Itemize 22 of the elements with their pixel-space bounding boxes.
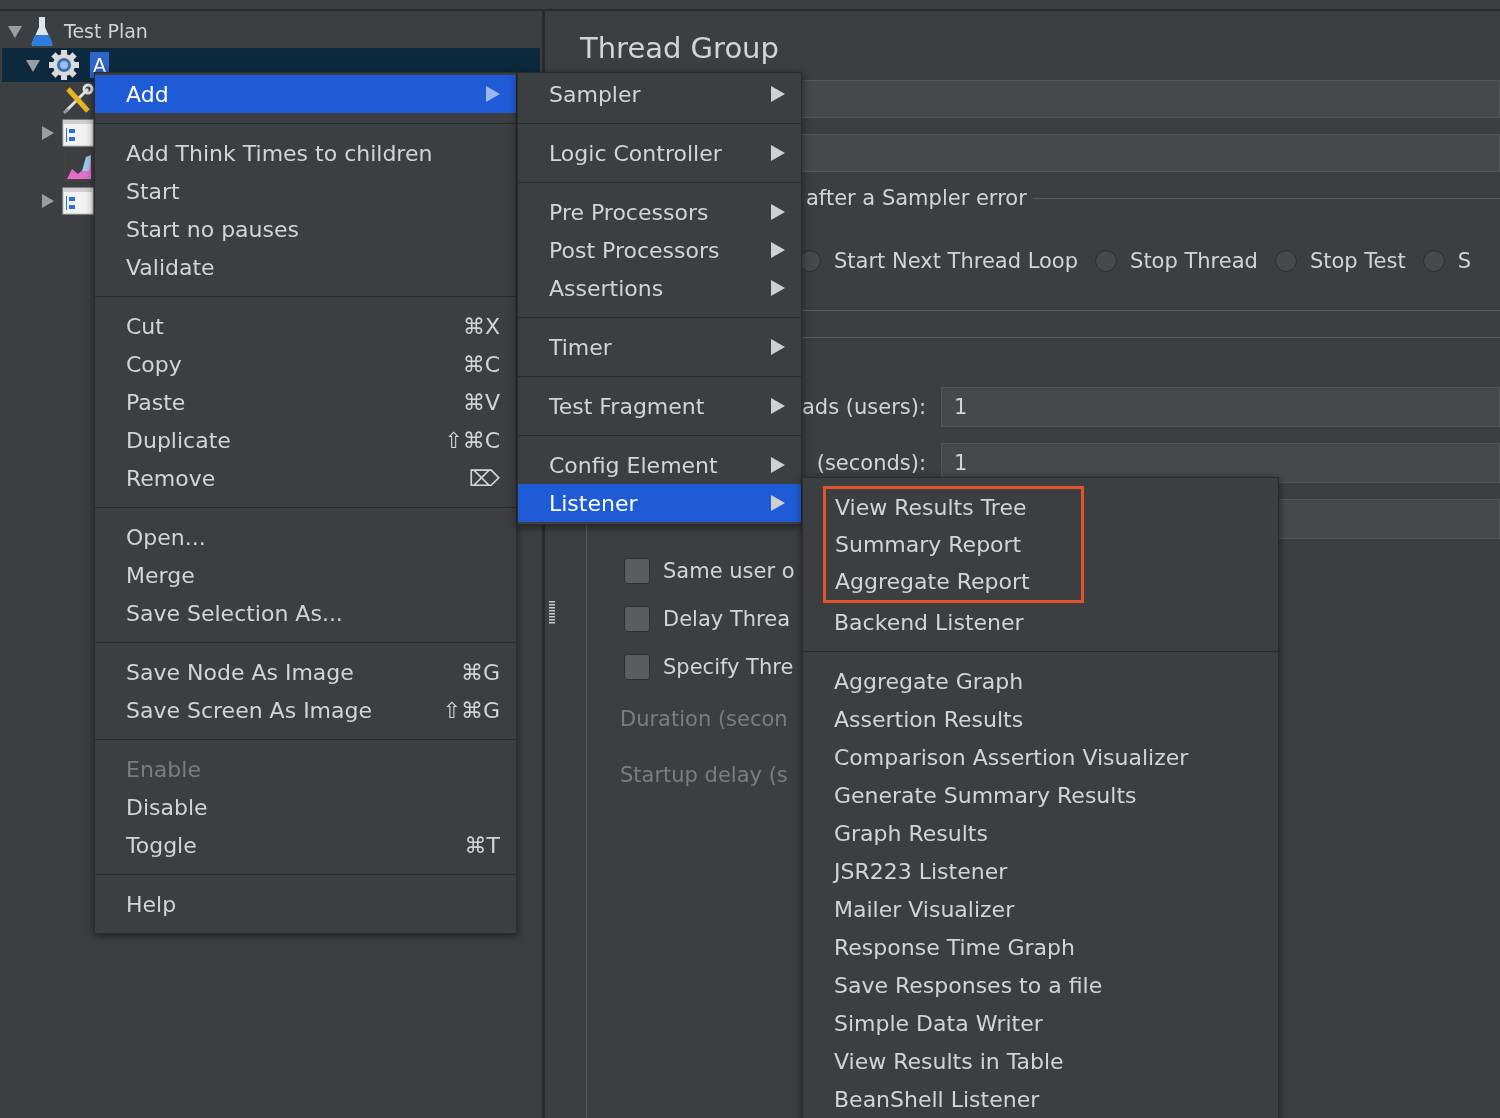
shortcut-label: ⌘G [460,659,500,685]
shortcut-label: ⌘V [462,389,500,415]
checkbox-label: Delay Threa [663,607,790,631]
shortcut-label: ⌘C [462,351,500,377]
radio-label: S [1457,249,1472,273]
fieldset-legend: after a Sampler error [800,186,1033,210]
disabled-field-label: Duration (secon [620,707,788,731]
radio-label: Stop Thread [1130,249,1258,273]
panel-title: Thread Group [580,30,780,67]
checkbox-label: Same user o [663,559,795,583]
shortcut-label: ⇧⌘C [444,427,500,453]
shortcut-label: ⌘X [462,313,500,339]
disabled-field-label: Startup delay (s [620,763,788,787]
field-label: (seconds): [815,451,926,475]
tree-label: Test Plan [64,20,148,42]
radio-label: Stop Test [1309,249,1406,273]
field-label: ads (users): [800,395,926,419]
shortcut-label: ⇧⌘G [442,697,500,723]
checkbox-label: Specify Thre [663,655,794,679]
radio-label: Start Next Thread Loop [834,249,1079,273]
shortcut-label: ⌘T [464,832,500,858]
shortcut-label: ⌦ [468,465,500,491]
